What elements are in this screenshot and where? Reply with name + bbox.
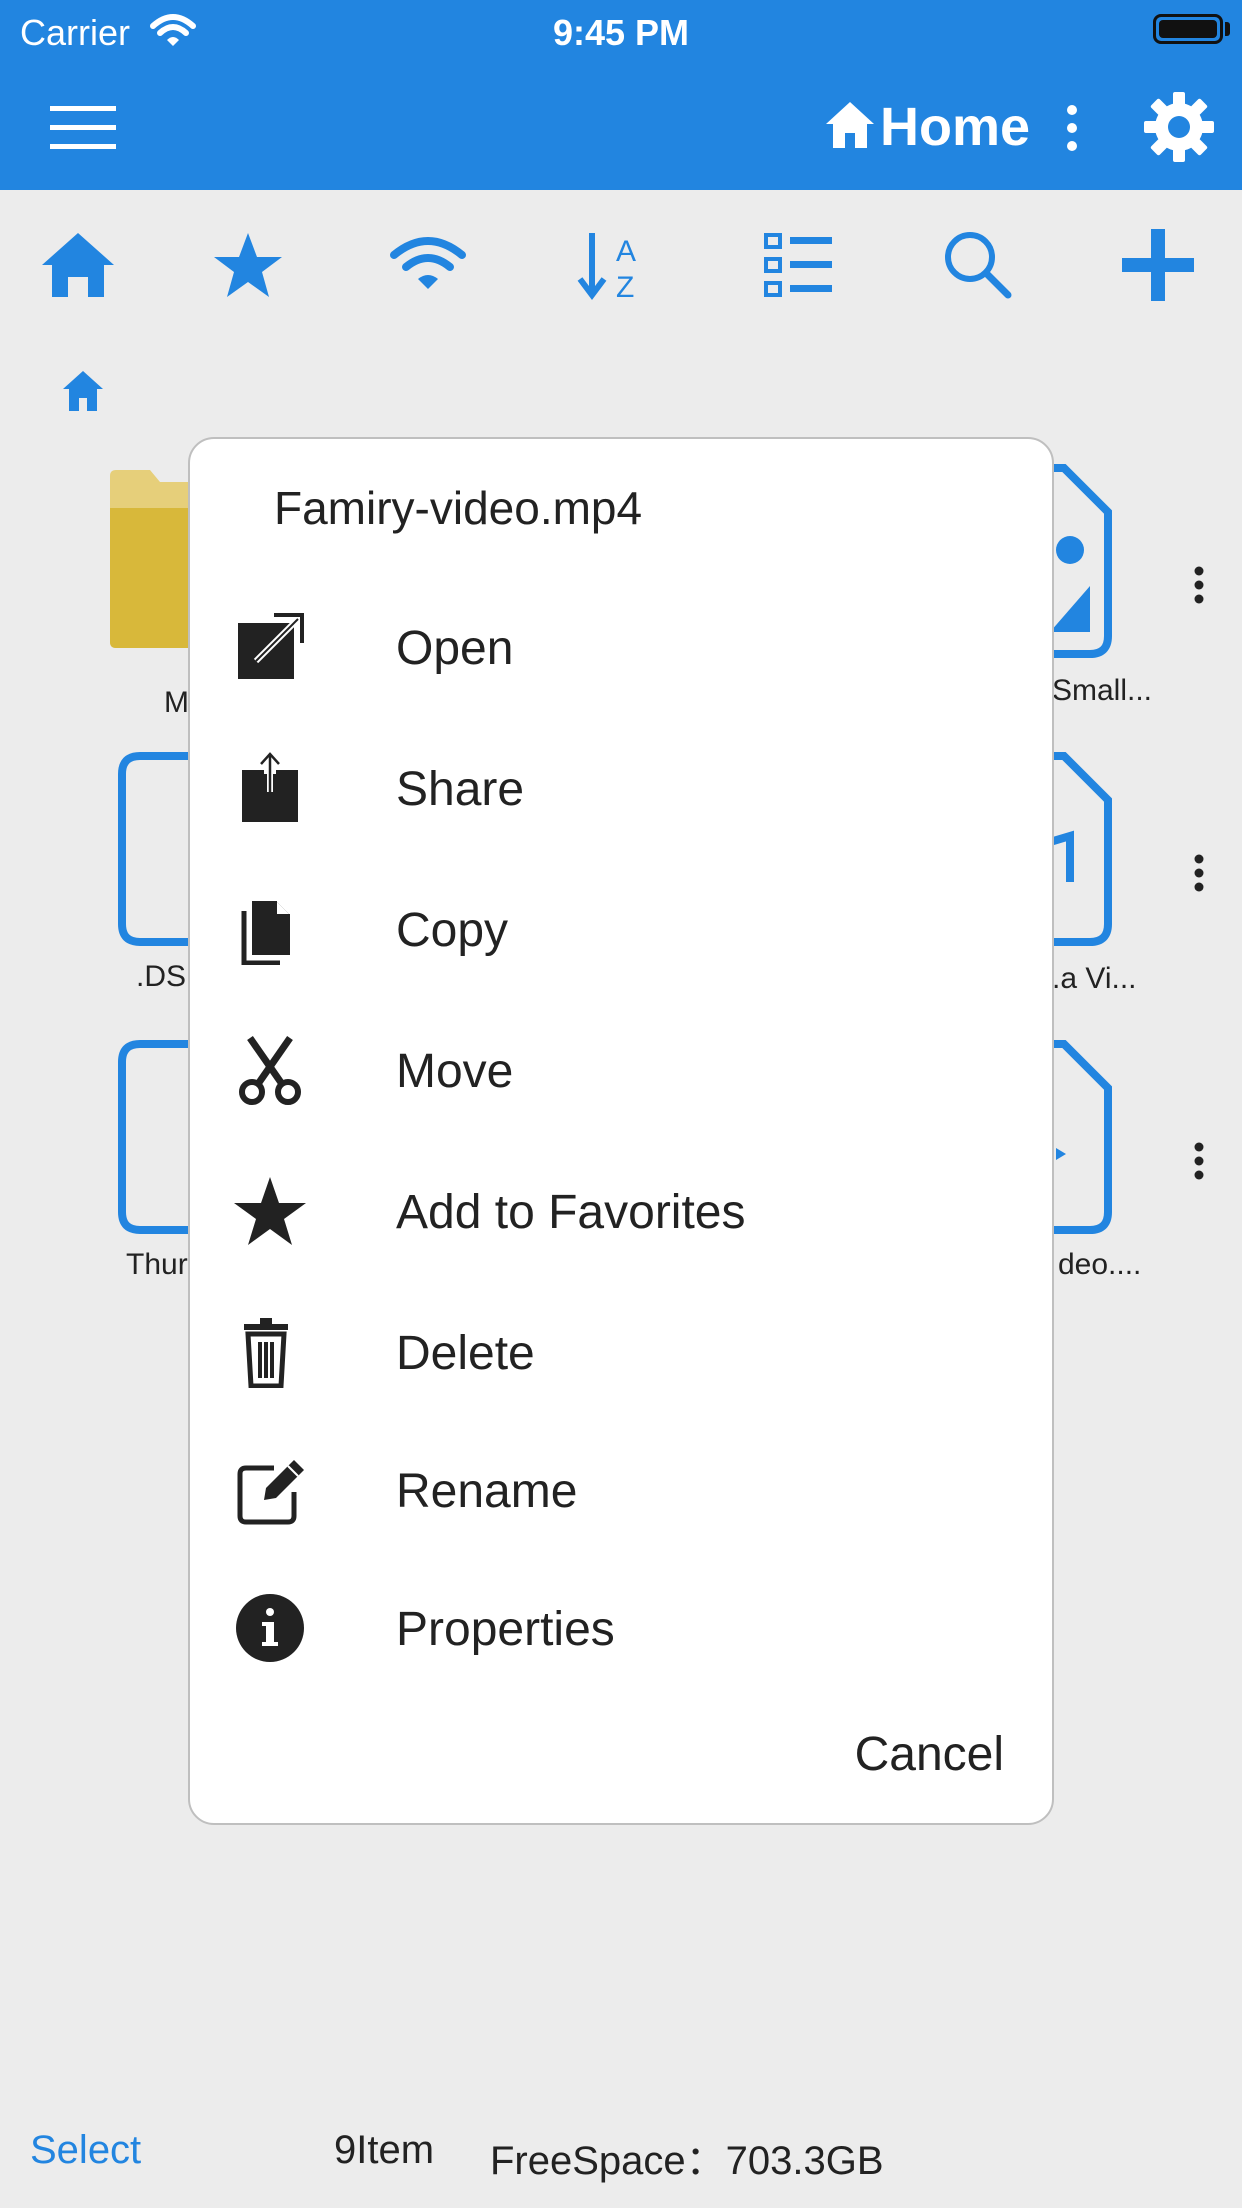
menu-item-label: Open <box>396 622 514 675</box>
copy-icon <box>241 901 290 965</box>
menu-item-label: Move <box>396 1045 514 1098</box>
menu-item-move[interactable]: Move <box>190 1004 1056 1124</box>
more-vertical-icon[interactable] <box>1064 104 1080 152</box>
file-icon[interactable] <box>116 752 196 946</box>
menu-item-label: Share <box>396 763 525 816</box>
menu-item-label: Copy <box>396 904 509 957</box>
top-bar: Carrier 9:45 PM Home <box>0 0 1242 190</box>
hamburger-menu-icon[interactable] <box>50 106 116 150</box>
select-button[interactable]: Select <box>30 2128 141 2173</box>
folder-icon[interactable] <box>106 468 190 652</box>
file-label: M <box>164 686 189 719</box>
file-label: Thur <box>126 1248 188 1281</box>
dialog-title: Famiry-video.mp4 <box>274 482 643 534</box>
menu-item-label: Delete <box>396 1327 535 1380</box>
star-icon <box>234 1177 306 1245</box>
toolbar-wifi-icon[interactable] <box>388 225 468 305</box>
menu-item-add-to-favorites[interactable]: Add to Favorites <box>190 1145 1056 1265</box>
item-count: 9Item <box>334 2128 435 2172</box>
menu-item-label: Add to Favorites <box>396 1186 746 1239</box>
free-space: FreeSpace：703.3GB <box>490 2139 884 2183</box>
battery-tip <box>1225 22 1230 36</box>
svg-text:Z: Z <box>616 271 634 304</box>
menu-item-properties[interactable]: Properties <box>190 1562 1056 1682</box>
menu-item-open[interactable]: Open <box>190 581 1056 701</box>
file-label: .a Vi... <box>1052 962 1137 995</box>
svg-text:A: A <box>616 235 636 268</box>
status-time: 9:45 PM <box>552 12 690 53</box>
scissors-icon <box>239 1036 301 1105</box>
file-actions-dialog: Famiry-video.mp4 Open Share Copy Move Ad… <box>188 437 1054 1825</box>
toolbar-sort-icon[interactable]: A Z <box>572 225 652 305</box>
more-vertical-icon[interactable] <box>1192 1142 1206 1180</box>
battery-icon <box>1153 14 1223 44</box>
edit-icon <box>237 1460 304 1525</box>
menu-item-label: Rename <box>396 1465 578 1518</box>
file-label: Small... <box>1052 674 1153 707</box>
toolbar-search-icon[interactable] <box>936 225 1016 305</box>
more-vertical-icon[interactable] <box>1192 854 1206 892</box>
share-icon <box>242 752 298 822</box>
menu-item-copy[interactable]: Copy <box>190 863 1056 983</box>
menu-item-rename[interactable]: Rename <box>190 1424 1056 1544</box>
menu-item-share[interactable]: Share <box>190 722 1056 842</box>
toolbar-home-icon[interactable] <box>38 225 118 305</box>
info-icon <box>236 1594 304 1662</box>
toolbar-add-icon[interactable] <box>1118 225 1198 305</box>
menu-item-label: Properties <box>396 1603 615 1656</box>
file-label: deo.... <box>1058 1248 1142 1281</box>
menu-item-delete[interactable]: Delete <box>190 1286 1056 1406</box>
cancel-button[interactable]: Cancel <box>855 1727 1004 1782</box>
more-vertical-icon[interactable] <box>1192 566 1206 604</box>
breadcrumb-home-icon[interactable] <box>60 368 106 414</box>
home-icon <box>826 102 874 148</box>
file-label: .DS <box>136 960 187 993</box>
file-icon[interactable] <box>116 1040 196 1234</box>
toolbar-favorites-icon[interactable] <box>208 225 288 305</box>
open-external-icon <box>238 613 304 679</box>
trash-icon <box>244 1318 288 1388</box>
toolbar-list-view-icon[interactable] <box>758 225 838 305</box>
gear-icon[interactable] <box>1142 90 1216 164</box>
nav-title[interactable]: Home <box>880 96 1030 158</box>
